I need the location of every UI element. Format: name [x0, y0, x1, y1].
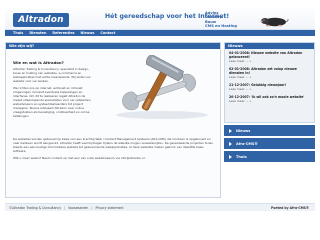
- footer-powered-by[interactable]: Poeted by Afra-CMS®: [271, 206, 309, 210]
- header-link-cms-hosting[interactable]: CMS en Hosting: [205, 24, 237, 29]
- page: Altradon Hét gereedschap voor het Intern…: [0, 0, 320, 240]
- right-sidebar: Nieuws 04-01-2008: Nieuwe website van Al…: [224, 42, 315, 162]
- news-box: Nieuws 04-01-2008: Nieuwe website van Al…: [224, 42, 315, 123]
- footer-copyright: ©Altradon Trading & Consultancy: [9, 205, 62, 210]
- nav-diensten[interactable]: Diensten: [29, 31, 46, 35]
- read-more-link[interactable]: Lees meer ... »: [229, 87, 311, 92]
- nav-contact[interactable]: Contact: [100, 31, 115, 35]
- footer-link-voorwaarden[interactable]: Voorwaarden: [68, 206, 88, 210]
- sidebar-button-label: Afra-CMS®: [236, 141, 258, 146]
- news-item[interactable]: 20-12-2007: 'Ik wil ook zo'n mooie websi…: [229, 96, 311, 104]
- cms-paragraph: De websites worden gebouwd op basis van …: [13, 137, 214, 154]
- about-panel: Wie zijn wij? Wie en wat is Altradon? Al…: [5, 42, 221, 198]
- header: Altradon Hét gereedschap voor het Intern…: [5, 5, 315, 30]
- footer-link-privacy[interactable]: Privacy statement: [95, 206, 123, 210]
- read-more-link[interactable]: Lees meer ... »: [229, 75, 311, 80]
- mole-mascot-icon: [260, 17, 289, 27]
- sidebar-button-afra-cms[interactable]: Afra-CMS®: [224, 138, 315, 149]
- news-list: 04-01-2008: Nieuwe website van Altradon …: [225, 49, 314, 104]
- header-links: Advies Ontwerp Bouw CMS en Hosting: [205, 11, 237, 29]
- nav-nieuws[interactable]: Nieuws: [81, 31, 95, 35]
- footer-separator: |: [91, 205, 93, 210]
- sidebar-button-label: Thuis: [236, 154, 247, 159]
- about-panel-title: Wie zijn wij?: [6, 43, 220, 49]
- welcome-paragraph-1: Altradon Trading & Consultancy: speciali…: [13, 67, 91, 84]
- sidebar-button-label: Nieuws: [236, 128, 251, 133]
- sidebar-button-nieuws[interactable]: Nieuws: [224, 125, 315, 136]
- main-nav: Thuis Diensten Referenties Nieuws Contac…: [5, 30, 315, 36]
- logo-text: Altradon: [18, 15, 64, 25]
- nav-thuis[interactable]: Thuis: [13, 31, 23, 35]
- arrow-right-icon: [229, 128, 232, 133]
- read-more-link[interactable]: Lees meer ... »: [229, 59, 311, 64]
- welcome-paragraph-2: We richten ons op internet, extranet en …: [13, 85, 92, 119]
- footer: ©Altradon Trading & Consultancy | Voorwa…: [5, 203, 315, 211]
- arrow-right-icon: [229, 154, 232, 159]
- nav-referenties[interactable]: Referenties: [52, 31, 74, 35]
- sidebar-button-thuis[interactable]: Thuis: [224, 151, 315, 162]
- welcome-text: Wie en wat is Altradon? Altradon Trading…: [13, 60, 93, 121]
- news-item[interactable]: 02-01-2008: Altradon zet volop nieuwe di…: [229, 67, 311, 80]
- arrow-right-icon: [229, 141, 232, 146]
- altradon-logo[interactable]: Altradon: [13, 13, 69, 27]
- news-item[interactable]: 21-12-2007: Gelukkig nieuwjaar! Lees mee…: [229, 83, 311, 92]
- read-more-link[interactable]: Lees meer ... »: [229, 99, 311, 104]
- hammer-wrench-illustration: [116, 55, 208, 119]
- welcome-heading: Wie en wat is Altradon?: [13, 60, 64, 65]
- cms-description: De websites worden gebouwd op basis van …: [13, 137, 217, 162]
- news-item[interactable]: 04-01-2008: Nieuwe website van Altradon …: [229, 51, 311, 64]
- footer-separator: |: [64, 205, 66, 210]
- contact-paragraph: Wilt u meer weten? Neem contact op met e…: [13, 155, 146, 160]
